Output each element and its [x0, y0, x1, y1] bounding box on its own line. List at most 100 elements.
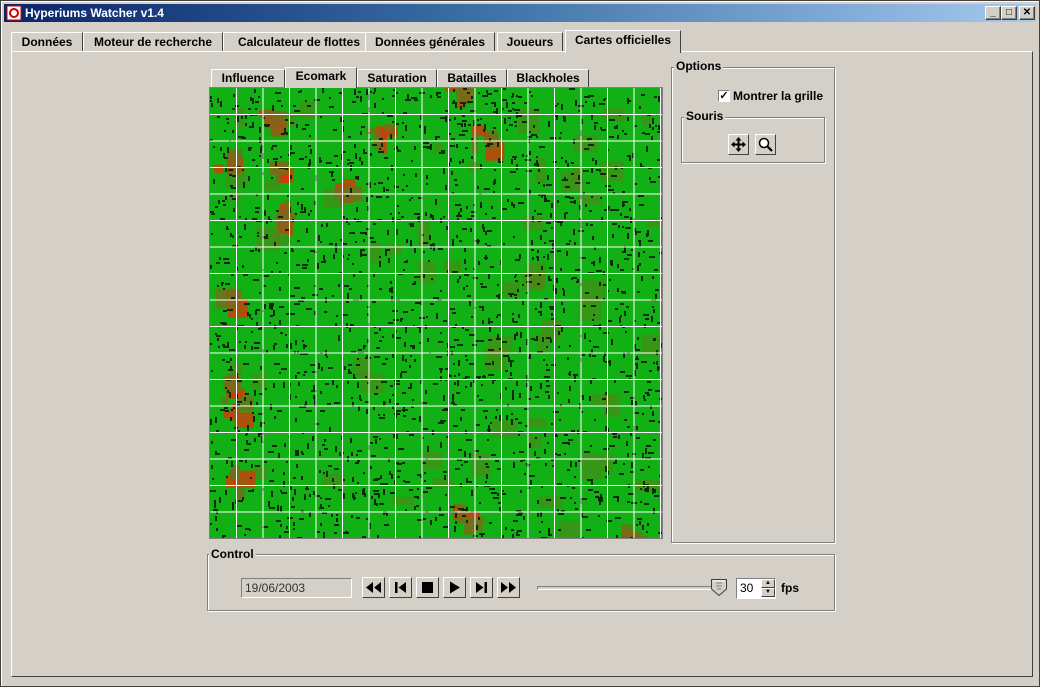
speed-slider-thumb[interactable]	[711, 579, 727, 596]
dark-speck	[310, 210, 312, 212]
dark-speck	[410, 383, 412, 389]
tab-blackholes[interactable]: Blackholes	[507, 69, 589, 88]
move-tool-button[interactable]	[728, 134, 749, 155]
hotspot-cell	[621, 524, 633, 538]
dark-speck	[514, 276, 516, 278]
dark-speck	[366, 89, 368, 95]
dark-speck	[383, 402, 386, 404]
dark-speck	[638, 195, 644, 197]
dark-speck	[573, 374, 578, 376]
dark-speck	[627, 233, 629, 239]
tab-moteur-de-recherche[interactable]: Moteur de recherche	[83, 32, 223, 52]
dark-speck	[226, 460, 228, 464]
zoom-tool-button[interactable]	[755, 134, 776, 155]
dark-speck	[230, 185, 233, 187]
dark-speck	[519, 451, 524, 453]
dark-speck	[346, 323, 348, 328]
minimize-button[interactable]: _	[985, 6, 1001, 20]
dark-speck	[324, 448, 328, 450]
dark-speck	[435, 199, 437, 205]
dark-speck	[475, 340, 481, 342]
dark-speck	[553, 411, 559, 413]
dark-speck	[221, 282, 224, 284]
dark-speck	[350, 372, 352, 374]
dark-speck	[489, 327, 491, 332]
dark-speck	[578, 175, 580, 180]
dark-speck	[374, 103, 376, 108]
dark-speck	[356, 96, 359, 98]
dark-speck	[603, 356, 605, 362]
tab-saturation[interactable]: Saturation	[357, 69, 437, 88]
speed-slider-track[interactable]	[537, 586, 727, 590]
dark-speck	[301, 204, 303, 210]
dark-speck	[492, 361, 494, 365]
dark-speck	[477, 395, 479, 397]
dark-speck	[348, 136, 351, 138]
dark-speck	[517, 289, 519, 292]
dark-speck	[446, 436, 448, 438]
dark-speck	[570, 201, 575, 203]
show-grid-label: Montrer la grille	[733, 89, 824, 103]
dark-speck	[476, 376, 481, 378]
tab-batailles[interactable]: Batailles	[437, 69, 507, 88]
dark-speck	[323, 472, 325, 474]
dark-speck	[351, 397, 353, 399]
tab-donnees-generales[interactable]: Données générales	[365, 32, 495, 52]
brown-patch	[432, 478, 453, 489]
dark-speck	[618, 225, 620, 228]
fps-decrement-button[interactable]: ▼	[761, 588, 775, 597]
tab-influence[interactable]: Influence	[211, 69, 285, 88]
tab-ecomark[interactable]: Ecomark	[285, 67, 357, 88]
dark-speck	[297, 202, 299, 205]
dark-speck	[379, 438, 381, 440]
dark-speck	[279, 271, 281, 273]
dark-speck	[524, 102, 527, 104]
dark-speck	[284, 252, 287, 254]
dark-speck	[588, 95, 594, 97]
dark-speck	[409, 489, 413, 491]
dark-speck	[647, 381, 651, 383]
dark-speck	[614, 380, 616, 383]
rewind-button[interactable]	[362, 577, 385, 598]
dark-speck	[419, 125, 421, 128]
tab-calculateur-de-flottes[interactable]: Calculateur de flottes	[223, 32, 375, 52]
dark-speck	[492, 217, 496, 219]
tab-donnees[interactable]: Données	[11, 32, 83, 52]
dark-speck	[459, 240, 462, 242]
ecomark-map-canvas[interactable]	[210, 88, 662, 538]
dark-speck	[382, 112, 384, 114]
dark-speck	[590, 224, 593, 226]
dark-speck	[532, 257, 534, 260]
play-button[interactable]	[443, 577, 466, 598]
dark-speck	[538, 169, 540, 172]
close-button[interactable]: ✕	[1019, 6, 1035, 20]
step-forward-button[interactable]	[470, 577, 493, 598]
fps-spinner[interactable]: 30 ▲ ▼	[736, 578, 776, 599]
show-grid-checkbox[interactable]: ✓	[718, 90, 730, 102]
fps-increment-button[interactable]: ▲	[761, 579, 775, 588]
dark-speck	[351, 515, 353, 518]
dark-speck	[403, 311, 408, 313]
maximize-button[interactable]: □	[1001, 6, 1017, 20]
dark-speck	[392, 217, 394, 222]
dark-speck	[486, 474, 488, 479]
dark-speck	[343, 216, 345, 219]
dark-speck	[430, 144, 432, 150]
dark-speck	[495, 460, 499, 462]
stop-button[interactable]	[416, 577, 439, 598]
title-bar[interactable]: Hyperiums Watcher v1.4 _ □ ✕	[4, 4, 1036, 22]
step-back-button[interactable]	[389, 577, 412, 598]
ecomark-map[interactable]	[209, 87, 663, 539]
dark-speck	[465, 355, 467, 357]
dark-speck	[652, 306, 654, 308]
dark-speck	[566, 243, 570, 245]
dark-speck	[394, 413, 400, 415]
hotspot-cell	[236, 480, 245, 500]
dark-speck	[450, 506, 455, 508]
fast-forward-button[interactable]	[497, 577, 520, 598]
dark-speck	[515, 280, 518, 282]
dark-speck	[496, 108, 498, 114]
fps-value[interactable]: 30	[740, 581, 753, 595]
tab-cartes-officielles[interactable]: Cartes officielles	[565, 30, 681, 53]
tab-joueurs[interactable]: Joueurs	[497, 32, 563, 52]
